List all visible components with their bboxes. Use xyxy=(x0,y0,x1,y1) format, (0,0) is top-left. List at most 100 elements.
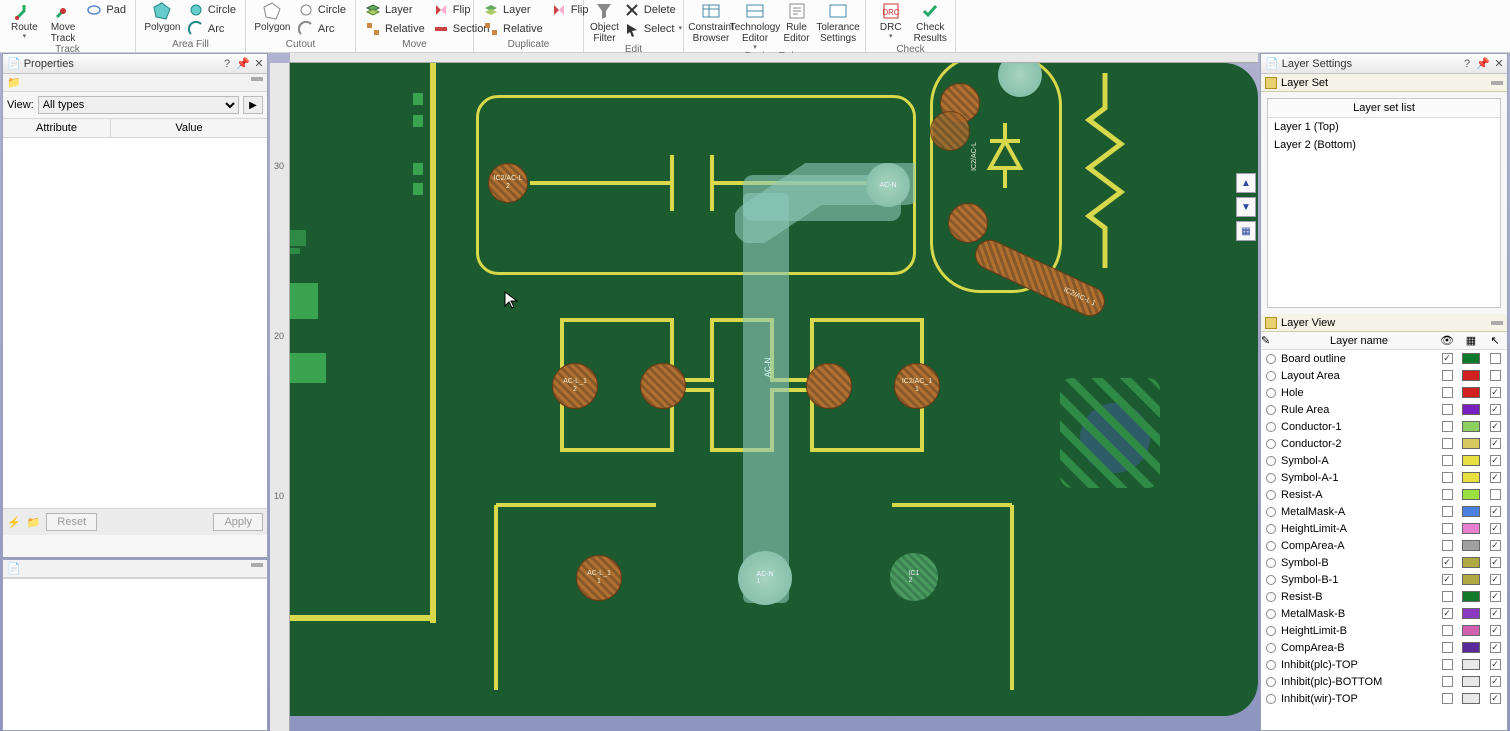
pcb-board[interactable]: AC-N IC2/AC-L 2 AC-N AC-L_1 2 IC2/AC_1 1… xyxy=(290,63,1258,716)
layer-pick-checkbox[interactable]: ✓ xyxy=(1490,523,1501,534)
layer-active-radio[interactable] xyxy=(1266,490,1276,500)
layerview-list[interactable]: ✎ Layer name 👁 ▦ ↖ Board outline✓Layout … xyxy=(1261,332,1507,730)
object-filter-button[interactable]: Object Filter xyxy=(590,0,619,44)
layer-pick-checkbox[interactable]: ✓ xyxy=(1490,540,1501,551)
select-button[interactable]: Select ▾ xyxy=(621,20,685,37)
layer-color-swatch[interactable] xyxy=(1462,404,1480,415)
layer-visible-checkbox[interactable] xyxy=(1442,472,1453,483)
layer-active-radio[interactable] xyxy=(1266,507,1276,517)
layer-visible-checkbox[interactable] xyxy=(1442,625,1453,636)
layer-active-radio[interactable] xyxy=(1266,541,1276,551)
layer-row[interactable]: Board outline✓ xyxy=(1261,350,1507,367)
layer-visible-checkbox[interactable] xyxy=(1442,523,1453,534)
layer-row[interactable]: Hole✓ xyxy=(1261,384,1507,401)
layer-color-swatch[interactable] xyxy=(1462,642,1480,653)
layer-pick-checkbox[interactable]: ✓ xyxy=(1490,421,1501,432)
layerset-item[interactable]: Layer 1 (Top) xyxy=(1268,118,1500,136)
layer-up-button[interactable]: ▲ xyxy=(1236,173,1256,193)
layer-visible-checkbox[interactable] xyxy=(1442,404,1453,415)
message-body[interactable] xyxy=(3,578,267,730)
help-icon[interactable]: ? xyxy=(1459,56,1475,72)
layer-pick-checkbox[interactable]: ✓ xyxy=(1490,506,1501,517)
help-icon[interactable]: ? xyxy=(219,56,235,72)
layer-pick-checkbox[interactable]: ✓ xyxy=(1490,693,1501,704)
layer-visible-checkbox[interactable] xyxy=(1442,387,1453,398)
view-select[interactable]: All types xyxy=(38,96,239,114)
toolbar-icon[interactable]: 📁 xyxy=(7,76,21,89)
layer-visible-checkbox[interactable] xyxy=(1442,489,1453,500)
layer-visible-checkbox[interactable] xyxy=(1442,455,1453,466)
layer-visible-checkbox[interactable] xyxy=(1442,438,1453,449)
drc-button[interactable]: DRCDRC▾ xyxy=(872,0,910,40)
layer-color-swatch[interactable] xyxy=(1462,557,1480,568)
layer-color-swatch[interactable] xyxy=(1462,523,1480,534)
pick-icon[interactable]: ↖ xyxy=(1483,334,1507,347)
layer-visible-checkbox[interactable]: ✓ xyxy=(1442,574,1453,585)
collapse-icon[interactable] xyxy=(1491,321,1503,325)
areafill-circle-button[interactable]: Circle xyxy=(185,1,239,18)
close-icon[interactable]: ✕ xyxy=(251,56,267,72)
constraint-browser-button[interactable]: Constraint Browser xyxy=(690,0,732,44)
layer-pick-checkbox[interactable]: ✓ xyxy=(1490,608,1501,619)
layer-visible-checkbox[interactable]: ✓ xyxy=(1442,557,1453,568)
layer-color-swatch[interactable] xyxy=(1462,387,1480,398)
layer-pick-checkbox[interactable]: ✓ xyxy=(1490,455,1501,466)
layerset-title[interactable]: Layer Set xyxy=(1261,74,1507,92)
pencil-icon[interactable]: ✎ xyxy=(1261,334,1279,347)
layer-active-radio[interactable] xyxy=(1266,388,1276,398)
pad[interactable] xyxy=(640,363,686,409)
layer-color-swatch[interactable] xyxy=(1462,540,1480,551)
layer-visible-checkbox[interactable] xyxy=(1442,421,1453,432)
layer-color-swatch[interactable] xyxy=(1462,455,1480,466)
layer-visible-checkbox[interactable] xyxy=(1442,370,1453,381)
layer-visible-checkbox[interactable] xyxy=(1442,540,1453,551)
layer-row[interactable]: Resist-A xyxy=(1261,486,1507,503)
reset-button[interactable]: Reset xyxy=(46,513,97,531)
fill-icon[interactable]: ▦ xyxy=(1459,334,1483,347)
layer-color-swatch[interactable] xyxy=(1462,676,1480,687)
layer-pick-checkbox[interactable]: ✓ xyxy=(1490,676,1501,687)
collapse-icon[interactable] xyxy=(251,77,263,81)
pad[interactable]: AC-N 1 xyxy=(738,551,792,605)
layer-pick-checkbox[interactable]: ✓ xyxy=(1490,404,1501,415)
layer-color-swatch[interactable] xyxy=(1462,438,1480,449)
layer-pick-checkbox[interactable]: ✓ xyxy=(1490,642,1501,653)
cutout-polygon-button[interactable]: Polygon xyxy=(252,0,293,33)
layer-visible-checkbox[interactable] xyxy=(1442,693,1453,704)
layer-pick-checkbox[interactable]: ✓ xyxy=(1490,387,1501,398)
cutout-arc-button[interactable]: Arc xyxy=(295,20,349,37)
layer-active-radio[interactable] xyxy=(1266,473,1276,483)
layer-visible-checkbox[interactable] xyxy=(1442,642,1453,653)
pad[interactable]: AC-L_1 1 xyxy=(576,555,622,601)
layer-visible-checkbox[interactable] xyxy=(1442,591,1453,602)
layer-row[interactable]: MetalMask-A✓ xyxy=(1261,503,1507,520)
layer-color-swatch[interactable] xyxy=(1462,421,1480,432)
layer-pick-checkbox[interactable]: ✓ xyxy=(1490,625,1501,636)
layer-pick-checkbox[interactable]: ✓ xyxy=(1490,574,1501,585)
layer-row[interactable]: Rule Area✓ xyxy=(1261,401,1507,418)
delete-button[interactable]: Delete xyxy=(621,1,685,18)
cutout-circle-button[interactable]: Circle xyxy=(295,1,349,18)
layer-color-swatch[interactable] xyxy=(1462,693,1480,704)
layer-color-swatch[interactable] xyxy=(1462,472,1480,483)
layer-active-radio[interactable] xyxy=(1266,524,1276,534)
layer-pick-checkbox[interactable] xyxy=(1490,370,1501,381)
layer-row[interactable]: Symbol-A-1✓ xyxy=(1261,469,1507,486)
pad[interactable]: AC-L_1 2 xyxy=(552,363,598,409)
toolbar-icon[interactable]: 📁 xyxy=(27,516,41,529)
layer-row[interactable]: Inhibit(plc)-TOP✓ xyxy=(1261,656,1507,673)
move-relative-button[interactable]: Relative xyxy=(362,20,428,37)
layer-active-radio[interactable] xyxy=(1266,371,1276,381)
layer-active-radio[interactable] xyxy=(1266,609,1276,619)
layer-down-button[interactable]: ▼ xyxy=(1236,197,1256,217)
layer-color-swatch[interactable] xyxy=(1462,506,1480,517)
collapse-icon[interactable] xyxy=(251,563,263,567)
layer-pick-checkbox[interactable]: ✓ xyxy=(1490,438,1501,449)
toolbar-icon[interactable]: ⚡ xyxy=(7,516,21,529)
layer-row[interactable]: Resist-B✓ xyxy=(1261,588,1507,605)
layer-row[interactable]: Symbol-A✓ xyxy=(1261,452,1507,469)
layer-pick-checkbox[interactable] xyxy=(1490,353,1501,364)
layer-row[interactable]: CompArea-A✓ xyxy=(1261,537,1507,554)
move-track-button[interactable]: Move Track xyxy=(45,0,82,44)
pad[interactable]: AC-N xyxy=(866,163,910,207)
